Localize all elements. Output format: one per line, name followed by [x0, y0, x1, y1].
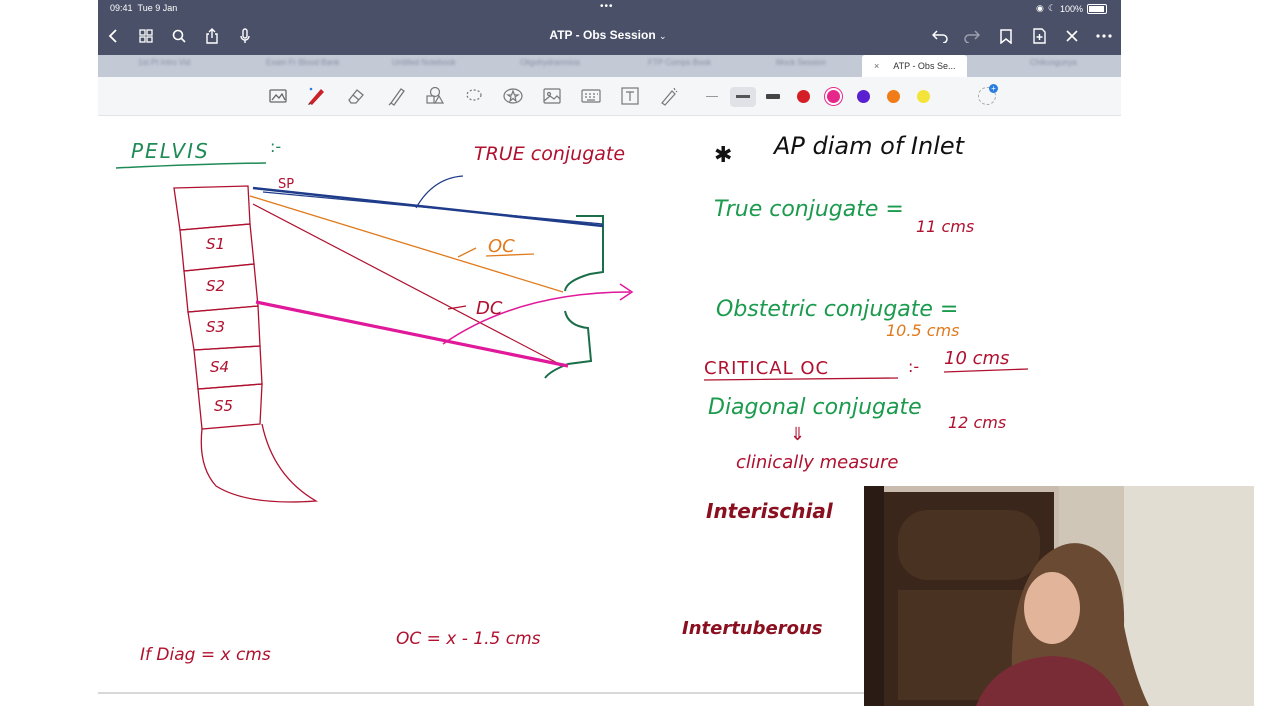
- segment-s5: S5: [214, 397, 233, 415]
- formula-oc: OC = x - 1.5 cms: [396, 629, 541, 649]
- tab-item[interactable]: Exam Fr Blood Bank: [266, 58, 339, 74]
- pelvis-title: PELVIS :-: [115, 137, 281, 169]
- moon-icon: ☾: [1047, 3, 1056, 13]
- undo-icon[interactable]: [930, 26, 950, 46]
- status-bar: 09:41 Tue 9 Jan ••• ◉ ☾ 100%: [98, 0, 1121, 18]
- true-conjugate-value: 11 cms: [916, 217, 974, 236]
- battery-icon: [1087, 3, 1107, 14]
- mic-icon[interactable]: [235, 26, 255, 46]
- obstetric-conjugate-heading: Obstetric conjugate =: [716, 297, 958, 322]
- navigation-bar: ATP - Obs Session ⌄: [98, 18, 1121, 55]
- true-conjugate-heading: True conjugate =: [714, 197, 904, 222]
- true-conjugate-label: TRUE conjugate: [474, 143, 625, 165]
- pen-icon[interactable]: [306, 86, 326, 106]
- star-icon-note: ✱: [714, 143, 732, 168]
- image-icon[interactable]: [542, 86, 562, 106]
- star-icon[interactable]: [503, 86, 523, 106]
- tab-item[interactable]: Chikungunya: [1030, 58, 1077, 74]
- document-title[interactable]: ATP - Obs Session ⌄: [538, 28, 678, 42]
- color-swatch-orange[interactable]: [887, 90, 900, 103]
- inlet-heading: AP diam of Inlet: [772, 132, 966, 160]
- svg-text::-: :-: [270, 137, 281, 156]
- color-swatch-pink[interactable]: [827, 90, 840, 103]
- segment-s2: S2: [206, 277, 225, 295]
- share-icon[interactable]: [202, 26, 222, 46]
- conjugate-lines: [249, 175, 634, 368]
- intertuberous-label: Intertuberous: [682, 618, 823, 639]
- plus-icon: +: [989, 84, 998, 93]
- oc-label: OC: [488, 236, 515, 257]
- diagonal-conjugate-value: 12 cms: [948, 413, 1006, 432]
- chevron-down-icon: ⌄: [659, 31, 667, 41]
- more-icon[interactable]: [1094, 26, 1114, 46]
- chevron-left-icon[interactable]: [104, 26, 124, 46]
- critical-sep: :-: [908, 357, 919, 376]
- pubis-outline: [544, 215, 604, 379]
- dc-label: DC: [476, 298, 503, 319]
- segment-s4: S4: [210, 358, 229, 376]
- drawing-toolbar: +: [98, 77, 1121, 116]
- stroke-thin-option[interactable]: [706, 96, 718, 97]
- lasso-icon[interactable]: [464, 86, 484, 106]
- webcam-overlay: [864, 486, 1254, 706]
- eraser-icon[interactable]: [346, 86, 366, 106]
- tab-bar: 1st Pt Intro Vid Exam Fr Blood Bank Unti…: [98, 55, 1121, 77]
- clinically-measure-note: clinically measure: [736, 452, 899, 473]
- laser-icon[interactable]: [659, 86, 679, 106]
- search-icon[interactable]: [169, 26, 189, 46]
- text-icon[interactable]: [620, 86, 640, 106]
- color-swatch-purple[interactable]: [857, 90, 870, 103]
- tab-active[interactable]: × ATP - Obs Se...: [862, 55, 968, 77]
- interischial-label: Interischial: [706, 499, 834, 523]
- color-swatch-red[interactable]: [797, 90, 810, 103]
- image-snip-icon[interactable]: [268, 86, 288, 106]
- segment-s3: S3: [206, 318, 225, 336]
- tab-close-icon[interactable]: ×: [874, 61, 879, 71]
- status-right: ◉ ☾ 100%: [1036, 3, 1107, 14]
- sacrum-diagram: [173, 185, 319, 503]
- highlighter-icon[interactable]: [386, 86, 406, 106]
- add-color-button[interactable]: +: [978, 84, 998, 105]
- critical-oc-label: CRITICAL OC: [704, 358, 829, 379]
- segment-s1: S1: [206, 235, 225, 253]
- tab-item[interactable]: 1st Pt Intro Vid: [138, 58, 190, 74]
- grid-icon[interactable]: [136, 26, 156, 46]
- add-page-icon[interactable]: [1029, 26, 1049, 46]
- tab-item[interactable]: Untitled Notebook: [392, 58, 456, 74]
- tab-item[interactable]: Oligohydramnios: [520, 58, 580, 74]
- color-swatch-yellow[interactable]: [917, 90, 930, 103]
- stroke-medium-option[interactable]: [736, 95, 750, 98]
- down-arrow-icon: ⇓: [790, 424, 805, 445]
- status-time: 09:41 Tue 9 Jan: [110, 3, 178, 13]
- tab-item[interactable]: Mock Session: [776, 58, 826, 74]
- close-icon[interactable]: [1062, 26, 1082, 46]
- stroke-thick-option[interactable]: [766, 94, 780, 99]
- formula-diagonal: If Diag = x cms: [140, 645, 271, 665]
- tab-item[interactable]: FTP Comps Book: [648, 58, 711, 74]
- bookmark-icon[interactable]: [996, 26, 1016, 46]
- battery-percent: 100%: [1059, 3, 1083, 14]
- keyboard-icon[interactable]: [581, 86, 601, 106]
- wifi-icon: ◉: [1036, 3, 1044, 13]
- shapes-icon[interactable]: [425, 86, 445, 106]
- svg-text:PELVIS: PELVIS: [131, 139, 210, 163]
- multitasking-dots-icon[interactable]: •••: [600, 1, 614, 12]
- critical-oc-value: 10 cms: [944, 348, 1009, 369]
- redo-icon[interactable]: [962, 26, 982, 46]
- obstetric-conjugate-value: 10.5 cms: [886, 321, 959, 340]
- diagonal-conjugate-heading: Diagonal conjugate: [708, 395, 922, 420]
